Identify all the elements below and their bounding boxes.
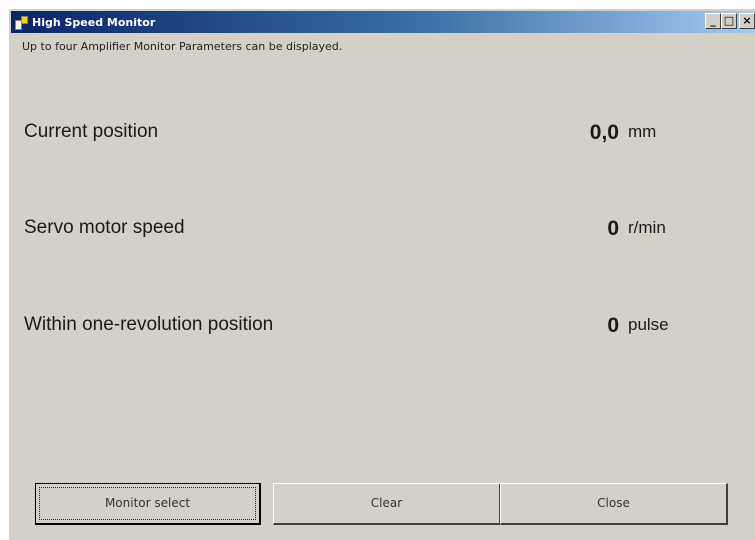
title-bar[interactable]: High Speed Monitor _ □ × [11,11,755,33]
monitor-label: Current position [24,121,159,142]
monitor-row-servo-speed: Servo motor speed 0 r/min [24,215,724,275]
clear-button[interactable]: Clear [273,483,501,525]
close-label: Close [597,496,630,510]
monitor-row-current-position: Current position 0,0 mm [24,119,724,179]
clear-label: Clear [370,496,403,510]
window-title: High Speed Monitor [32,15,156,29]
description-text: Up to four Amplifier Monitor Parameters … [22,40,343,53]
monitor-select-button[interactable]: Monitor select [35,483,261,525]
minimize-button[interactable]: _ [705,13,721,29]
monitor-row-within-one-revolution: Within one-revolution position 0 pulse [24,312,724,372]
monitor-label: Servo motor speed [24,217,185,238]
monitor-value: 0 [607,314,619,337]
monitor-unit: mm [628,122,657,141]
window-controls: _ □ × [705,13,755,29]
monitor-value: 0,0 [589,121,619,144]
close-button[interactable]: Close [500,483,728,525]
monitor-unit: r/min [628,218,666,237]
monitor-label: Within one-revolution position [24,314,274,335]
high-speed-monitor-window: High Speed Monitor _ □ × Up to four Ampl… [8,8,755,540]
close-window-button[interactable]: × [739,13,755,29]
monitor-unit: pulse [628,315,669,334]
monitor-value: 0 [607,217,619,240]
maximize-button[interactable]: □ [721,13,737,29]
app-icon [14,15,28,30]
focus-rectangle [39,487,256,520]
